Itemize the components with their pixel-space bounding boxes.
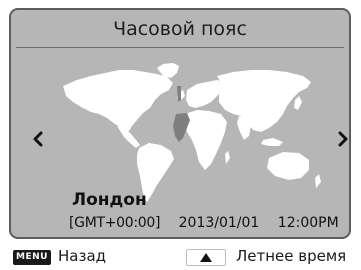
chevron-left-icon [33, 131, 43, 147]
back-label: Назад [58, 247, 107, 265]
bottom-bar: MENU Назад Летнее время [0, 240, 361, 270]
new-zealand-landmass [315, 174, 321, 188]
next-zone-button[interactable] [332, 128, 349, 150]
chevron-right-icon [338, 131, 348, 147]
dst-button[interactable] [186, 249, 226, 266]
current-time: 12:00PM [277, 215, 339, 231]
australia-landmass [267, 152, 309, 180]
world-map[interactable] [11, 10, 349, 237]
timezone-panel: Часовой пояс Лондон [GMT+00:00] 2013/01/… [9, 8, 351, 239]
timezone-screen: Часовой пояс Лондон [GMT+00:00] 2013/01/… [0, 0, 361, 270]
madagascar-landmass [225, 151, 230, 164]
previous-zone-button[interactable] [27, 128, 49, 150]
gmt-offset: [GMT+00:00] [69, 215, 161, 231]
selected-timezone-strip [177, 86, 181, 102]
city-name: Лондон [72, 190, 147, 210]
timezone-info: [GMT+00:00] 2013/01/01 12:00PM [69, 215, 339, 231]
current-date: 2013/01/01 [178, 215, 260, 231]
menu-button[interactable]: MENU [13, 250, 51, 265]
up-triangle-icon [200, 253, 212, 262]
africa-landmass [184, 110, 227, 170]
dst-label: Летнее время [236, 247, 347, 265]
japan-landmass [294, 96, 302, 110]
north-america-landmass [63, 70, 173, 131]
indonesia-landmass [261, 138, 283, 146]
